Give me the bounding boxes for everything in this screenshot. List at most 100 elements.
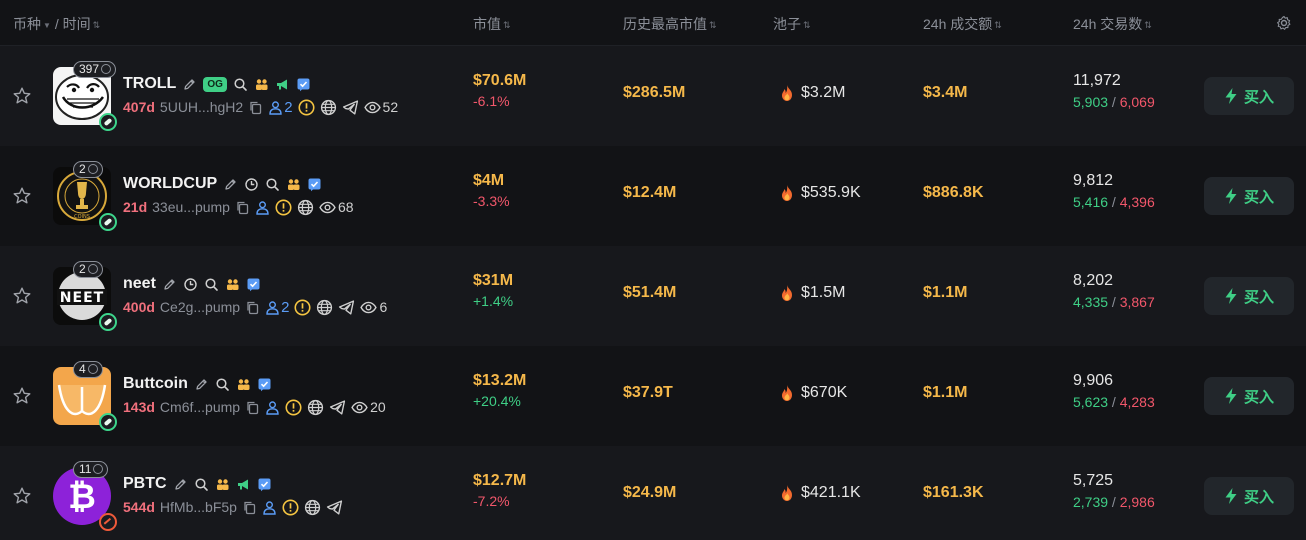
user-icon (263, 500, 276, 515)
buys-sells: 2,739 / 2,986 (1073, 494, 1155, 510)
table-row[interactable]: 397 TROLL OG 407d 5UUH...hgH2 2 52 $70.6M -6… (0, 46, 1306, 146)
ath-market-cap: $51.4M (623, 284, 677, 301)
copy-icon[interactable] (245, 300, 260, 315)
team-icon (216, 478, 229, 490)
table-row[interactable]: ₿ 11 PBTC 544d HfMb...bF5p $12.7M -7.2% $… (0, 446, 1306, 540)
progress-icon (101, 64, 112, 74)
star-icon[interactable] (12, 286, 32, 306)
fire-icon (782, 85, 792, 101)
search-icon[interactable] (233, 77, 248, 92)
token-age: 544d (123, 499, 155, 515)
copy-icon[interactable] (245, 400, 260, 415)
gear-icon[interactable] (1276, 15, 1292, 31)
token-name[interactable]: WORLDCUP (123, 175, 217, 193)
token-address[interactable]: Ce2g...pump (160, 299, 240, 315)
market-cap-cell: $4M -3.3% (473, 172, 510, 209)
header-time-label[interactable]: / 时间 (55, 16, 91, 32)
edit-icon[interactable] (182, 77, 197, 92)
header-coin-sort[interactable]: 币种 ▼ / 时间 ⇅ (13, 14, 100, 34)
edit-icon[interactable] (223, 177, 238, 192)
buy-button[interactable]: 买入 (1204, 277, 1294, 315)
buy-button[interactable]: 买入 (1204, 477, 1294, 515)
token-address[interactable]: 5UUH...hgH2 (160, 99, 243, 115)
sort-icon: ⇅ (92, 20, 101, 30)
buys-count: 2,739 (1073, 494, 1109, 510)
warning-icon (285, 398, 302, 416)
holders-count: 397 (79, 62, 100, 76)
globe-icon[interactable] (320, 99, 337, 116)
globe-icon[interactable] (307, 399, 324, 416)
txs-total: 11,972 (1073, 72, 1121, 89)
token-name-line: Buttcoin (123, 373, 272, 395)
edit-icon[interactable] (173, 477, 188, 492)
token-address[interactable]: 33eu...pump (152, 199, 230, 215)
globe-icon[interactable] (297, 199, 314, 216)
globe-icon[interactable] (316, 299, 333, 316)
token-avatar[interactable]: NEET 2 (53, 261, 117, 331)
token-avatar[interactable]: 4 (53, 361, 117, 431)
telegram-icon[interactable] (326, 499, 343, 516)
star-icon[interactable] (12, 386, 32, 406)
edit-icon[interactable] (162, 277, 177, 292)
token-address[interactable]: Cm6f...pump (160, 399, 240, 415)
search-icon[interactable] (215, 377, 230, 392)
token-address[interactable]: HfMb...bF5p (160, 499, 237, 515)
telegram-icon[interactable] (338, 299, 355, 316)
search-icon[interactable] (265, 177, 280, 192)
copy-icon[interactable] (242, 500, 257, 515)
search-icon[interactable] (204, 277, 219, 292)
user-icon (269, 100, 282, 115)
volume-24h: $1.1M (923, 384, 968, 401)
token-avatar[interactable]: 397 (53, 61, 117, 131)
table-row[interactable]: NEET 2 neet 400d Ce2g...pump 2 6 $31M +1.4%… (0, 246, 1306, 346)
volume-24h: $886.8K (923, 184, 984, 201)
token-name[interactable]: neet (123, 275, 156, 293)
token-avatar[interactable]: COINS 2 (53, 161, 117, 231)
header-pool[interactable]: 池子 ⇅ (773, 14, 811, 34)
token-name-line: neet (123, 273, 261, 295)
table-row[interactable]: COINS 2 WORLDCUP 21d 33eu...pump 68 $4M -3… (0, 146, 1306, 246)
buys-count: 5,903 (1073, 94, 1109, 110)
header-mcap-label: 市值 (473, 16, 501, 32)
star-icon[interactable] (12, 186, 32, 206)
separator: / (1108, 194, 1120, 210)
txs-total: 8,202 (1073, 272, 1114, 289)
token-avatar[interactable]: ₿ 11 (53, 461, 117, 531)
token-name[interactable]: PBTC (123, 475, 167, 493)
warning-icon (294, 298, 311, 316)
lightning-icon (1225, 88, 1237, 104)
sort-icon: ⇅ (503, 20, 511, 30)
copy-icon[interactable] (248, 100, 263, 115)
token-meta-line: 21d 33eu...pump 68 (123, 198, 354, 216)
pool-value: $421.1K (801, 484, 861, 501)
verified-icon (308, 178, 321, 191)
header-vol[interactable]: 24h 成交额 ⇅ (923, 14, 1002, 34)
warning-icon (275, 198, 292, 216)
buy-button[interactable]: 买入 (1204, 77, 1294, 115)
token-name[interactable]: Buttcoin (123, 375, 188, 393)
header-txs[interactable]: 24h 交易数 ⇅ (1073, 14, 1152, 34)
eye-icon (360, 301, 378, 313)
copy-icon[interactable] (235, 200, 250, 215)
txs-cell: 9,906 5,623 / 4,283 (1073, 372, 1155, 410)
telegram-icon[interactable] (329, 399, 346, 416)
buy-button[interactable]: 买入 (1204, 377, 1294, 415)
sells-count: 2,986 (1119, 494, 1155, 510)
verified-icon (258, 478, 271, 491)
caret-down-icon: ▼ (43, 21, 51, 30)
fire-icon (782, 185, 792, 201)
star-icon[interactable] (12, 486, 32, 506)
lightning-icon (1225, 388, 1237, 404)
table-row[interactable]: 4 Buttcoin 143d Cm6f...pump 20 $13.2M +20.… (0, 346, 1306, 446)
edit-icon[interactable] (194, 377, 209, 392)
search-icon[interactable] (194, 477, 209, 492)
token-name[interactable]: TROLL (123, 75, 176, 93)
eye-icon (363, 101, 381, 113)
market-cap-change: -6.1% (473, 93, 510, 109)
star-icon[interactable] (12, 86, 32, 106)
header-mcap[interactable]: 市值 ⇅ (473, 14, 511, 34)
buy-button[interactable]: 买入 (1204, 177, 1294, 215)
telegram-icon[interactable] (342, 99, 359, 116)
globe-icon[interactable] (304, 499, 321, 516)
header-ath[interactable]: 历史最高市值 ⇅ (623, 14, 717, 34)
